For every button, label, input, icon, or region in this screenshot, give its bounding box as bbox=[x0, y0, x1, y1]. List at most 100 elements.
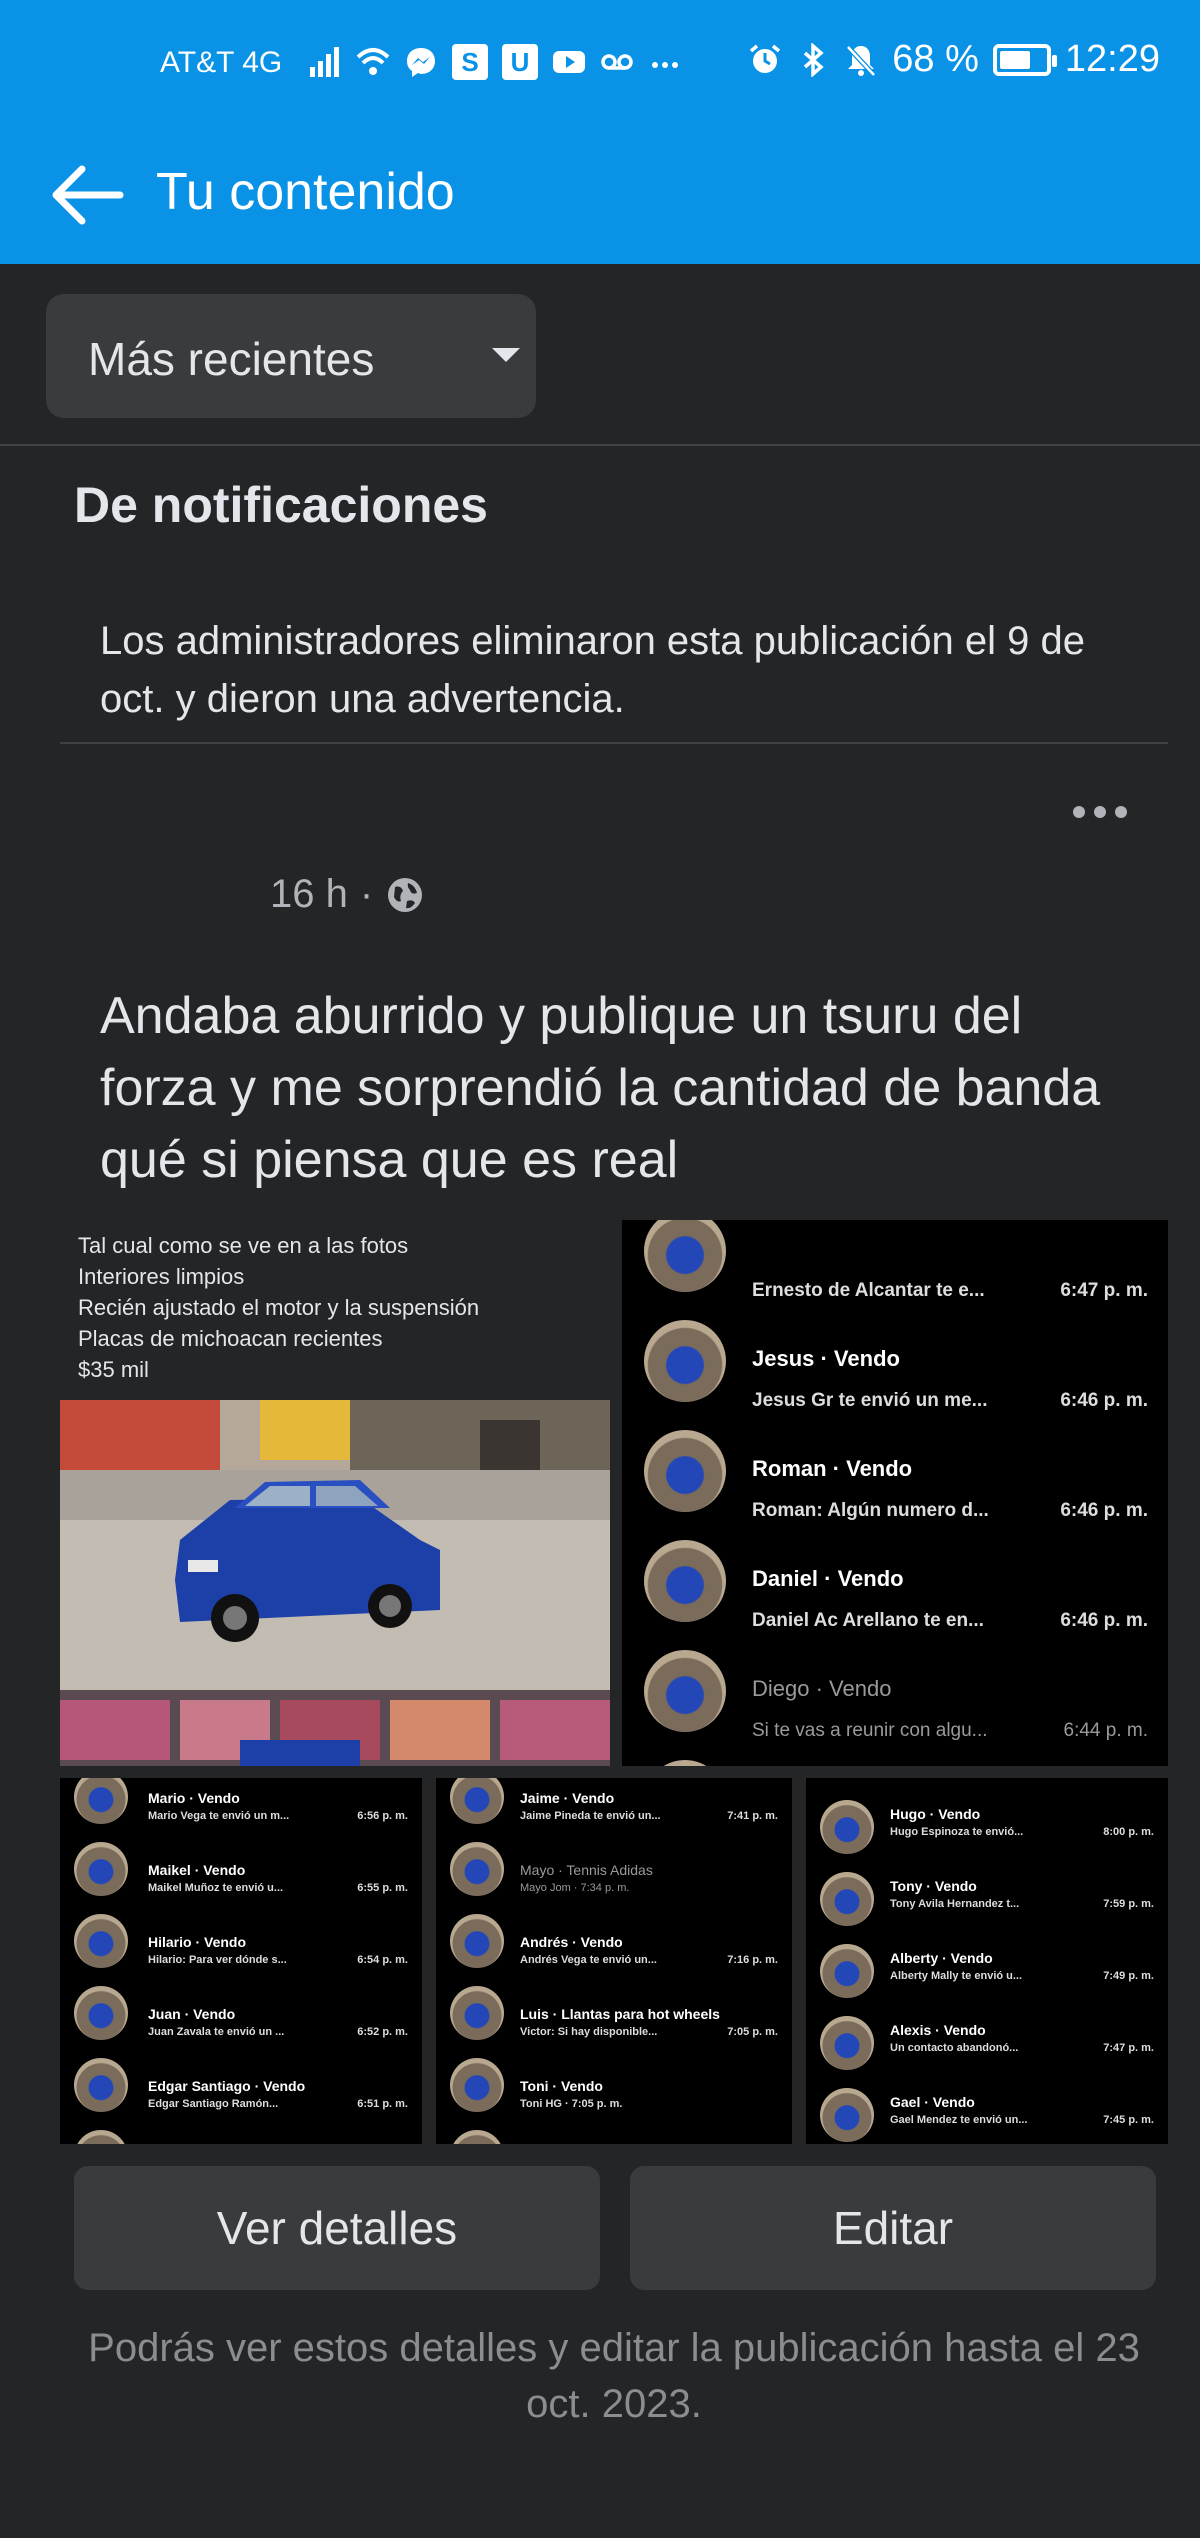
conversation-time: 8:00 p. m. bbox=[1103, 1826, 1154, 1838]
edit-button[interactable]: Editar bbox=[630, 2166, 1156, 2290]
conversation-msg: Tony Avila Hernandez t... bbox=[890, 1898, 1020, 1910]
conversation-msg: Juan Zavala te envió un ... bbox=[148, 2026, 285, 2038]
conversation-row: Maikel · Vendo Maikel Muñoz te envió u...… bbox=[60, 1828, 422, 1900]
avatar bbox=[644, 1320, 726, 1402]
app-header: Tu contenido bbox=[0, 140, 1200, 250]
conversation-msg: Maikel Muñoz te envió u... bbox=[148, 1882, 284, 1894]
avatar bbox=[450, 2130, 504, 2144]
conversation-row: Alexis · Vendo Un contacto abandonó... 7:4… bbox=[806, 2002, 1168, 2074]
conversation-name: Luis · Llantas para hot wheels bbox=[520, 2006, 720, 2022]
conversation-time: 7:16 p. m. bbox=[727, 1954, 778, 1966]
footer-note: Podrás ver estos detalles y editar la pu… bbox=[88, 2326, 1140, 2426]
conversation-row: Jesus · Vendo Jesus Gr te envió un me... 6… bbox=[622, 1302, 1168, 1412]
conversation-name: Andrés · Vendo bbox=[520, 1934, 623, 1950]
conversation-time: 6:46 p. m. bbox=[1060, 1500, 1148, 1521]
conversation-time: 6:44 p. m. bbox=[1063, 1720, 1149, 1741]
conversation-name: Tony · Vendo bbox=[890, 1878, 977, 1894]
avatar bbox=[644, 1430, 726, 1512]
caret-down-icon bbox=[492, 348, 520, 362]
conversation-name: Mayo · Tennis Adidas bbox=[520, 1862, 653, 1878]
page-title: Tu contenido bbox=[156, 163, 455, 221]
voicemail-icon bbox=[601, 54, 633, 70]
avatar bbox=[450, 1986, 504, 2040]
conversation-msg: Hugo Espinoza te envió... bbox=[890, 1826, 1024, 1838]
top-bar: AT&T 4G S U 68 % 12:29 Tu contenido bbox=[0, 0, 1200, 264]
conversation-time: 7:59 p. m. bbox=[1103, 1898, 1154, 1910]
conversation-msg: Gael Mendez te envió un... bbox=[890, 2114, 1028, 2126]
conversation-row: Vicente · Vendo bbox=[622, 1742, 1168, 1766]
conversation-msg: Edgar Santiago Ramón... bbox=[148, 2098, 279, 2110]
conversation-row: Daniel · Vendo Daniel Ac Arellano te en..… bbox=[622, 1522, 1168, 1632]
mute-icon bbox=[846, 44, 877, 77]
conversation-row: Marcos · Vendo bbox=[436, 2116, 792, 2144]
sort-dropdown-label: Más recientes bbox=[88, 333, 375, 385]
conversation-name: Alberty · Vendo bbox=[890, 1950, 993, 1966]
conversation-msg: Alberty Mally te envió u... bbox=[890, 1970, 1023, 1982]
status-icons: S U bbox=[308, 44, 682, 80]
conversation-row: Hugo · Vendo Hugo Espinoza te envió... 8:0… bbox=[806, 1786, 1168, 1858]
more-icon bbox=[652, 62, 678, 68]
divider bbox=[60, 742, 1168, 744]
conversation-name: Hugo · Vendo bbox=[890, 1806, 981, 1822]
conversation-row: Mario · Vendo Mario Vega te envió un m...… bbox=[60, 1778, 422, 1828]
wifi-icon bbox=[356, 48, 390, 75]
post-image-messages[interactable]: Ernesto de Alcantar te e... 6:47 p. m. Jes… bbox=[622, 1220, 1168, 1766]
conversation-name: Gael · Vendo bbox=[890, 2094, 975, 2110]
caption-line: Interiores limpios bbox=[78, 1264, 245, 1289]
avatar bbox=[820, 2088, 874, 2142]
caption-line: Tal cual como se ve en a las fotos bbox=[78, 1233, 409, 1258]
post-image-messages[interactable]: Mario · Vendo Mario Vega te envió un m...… bbox=[60, 1778, 422, 2144]
conversation-time: 6:52 p. m. bbox=[357, 2026, 408, 2038]
u-app-icon: U bbox=[502, 44, 538, 80]
avatar bbox=[74, 1914, 128, 1968]
conversation-msg: Mario Vega te envió un m... bbox=[148, 1810, 290, 1822]
conversation-name: Jaime · Vendo bbox=[520, 1790, 615, 1806]
avatar bbox=[74, 2058, 128, 2112]
s-app-icon: S bbox=[452, 44, 488, 80]
post-image-listing[interactable]: Tal cual como se ve en a las fotos Inter… bbox=[60, 1220, 610, 1766]
conversation-row: Edgar Santiago · Vendo Edgar Santiago Ram… bbox=[60, 2044, 422, 2116]
avatar bbox=[820, 1872, 874, 1926]
conversation-name: Alexis · Vendo bbox=[890, 2022, 986, 2038]
post-image-messages[interactable]: Jaime · Vendo Jaime Pineda te envió un...… bbox=[436, 1778, 792, 2144]
conversation-msg: Roman: Algún numero d... bbox=[752, 1500, 989, 1521]
caption-line: Placas de michoacan recientes bbox=[78, 1326, 383, 1351]
sort-dropdown[interactable]: Más recientes bbox=[46, 294, 536, 418]
section-title: De notificaciones bbox=[74, 477, 488, 533]
conversation-name: Maikel · Vendo bbox=[148, 1862, 246, 1878]
conversation-msg: Toni HG · 7:05 p. m. bbox=[520, 2098, 623, 2110]
more-options-icon[interactable] bbox=[1060, 792, 1140, 832]
conversation-time: 6:56 p. m. bbox=[357, 1810, 408, 1822]
signal-icon bbox=[310, 47, 339, 77]
conversation-row: Juan · Vendo Juan Zavala te envió un ... 6… bbox=[60, 1972, 422, 2044]
avatar bbox=[644, 1220, 726, 1292]
battery-icon bbox=[992, 43, 1057, 76]
avatar bbox=[74, 1986, 128, 2040]
avatar bbox=[644, 1760, 726, 1766]
conversation-msg: Jesus Gr te envió un me... bbox=[752, 1390, 988, 1411]
conversation-time: 7:45 p. m. bbox=[1103, 2114, 1154, 2126]
avatar bbox=[450, 1842, 504, 1896]
back-arrow-icon[interactable] bbox=[48, 160, 128, 230]
conversation-row: Roman · Vendo Roman: Algún numero d... 6:4… bbox=[622, 1412, 1168, 1522]
clock: 12:29 bbox=[1064, 38, 1160, 80]
conversation-row: Toni · Vendo Toni HG · 7:05 p. m. bbox=[436, 2044, 792, 2116]
avatar bbox=[820, 2016, 874, 2070]
battery-percent: 68 % bbox=[892, 38, 979, 80]
post-image-messages[interactable]: Hugo · Vendo Hugo Espinoza te envió... 8:0… bbox=[806, 1778, 1168, 2144]
conversation-msg: Jaime Pineda te envió un... bbox=[520, 1810, 661, 1822]
carrier-label: AT&T 4G bbox=[160, 46, 283, 79]
conversation-row: Luis · Llantas para hot wheels Victor: Si… bbox=[436, 1972, 792, 2044]
car-photo bbox=[60, 1400, 610, 1766]
avatar bbox=[74, 1842, 128, 1896]
conversation-msg: Un contacto abandonó... bbox=[890, 2042, 1019, 2054]
conversation-row: Luis Eliezer · Vendo bbox=[60, 2116, 422, 2144]
conversation-name: Juan · Vendo bbox=[148, 2006, 236, 2022]
conversation-row: Ernesto de Alcantar te e... 6:47 p. m. bbox=[622, 1220, 1168, 1302]
conversation-name: Jesus · Vendo bbox=[752, 1346, 900, 1371]
avatar bbox=[450, 2058, 504, 2112]
conversation-name: Roman · Vendo bbox=[752, 1456, 913, 1481]
status-bar: AT&T 4G S U 68 % 12:29 bbox=[0, 0, 1200, 132]
conversation-row: Alberty · Vendo Alberty Mally te envió u.… bbox=[806, 1930, 1168, 2002]
view-details-button[interactable]: Ver detalles bbox=[74, 2166, 600, 2290]
